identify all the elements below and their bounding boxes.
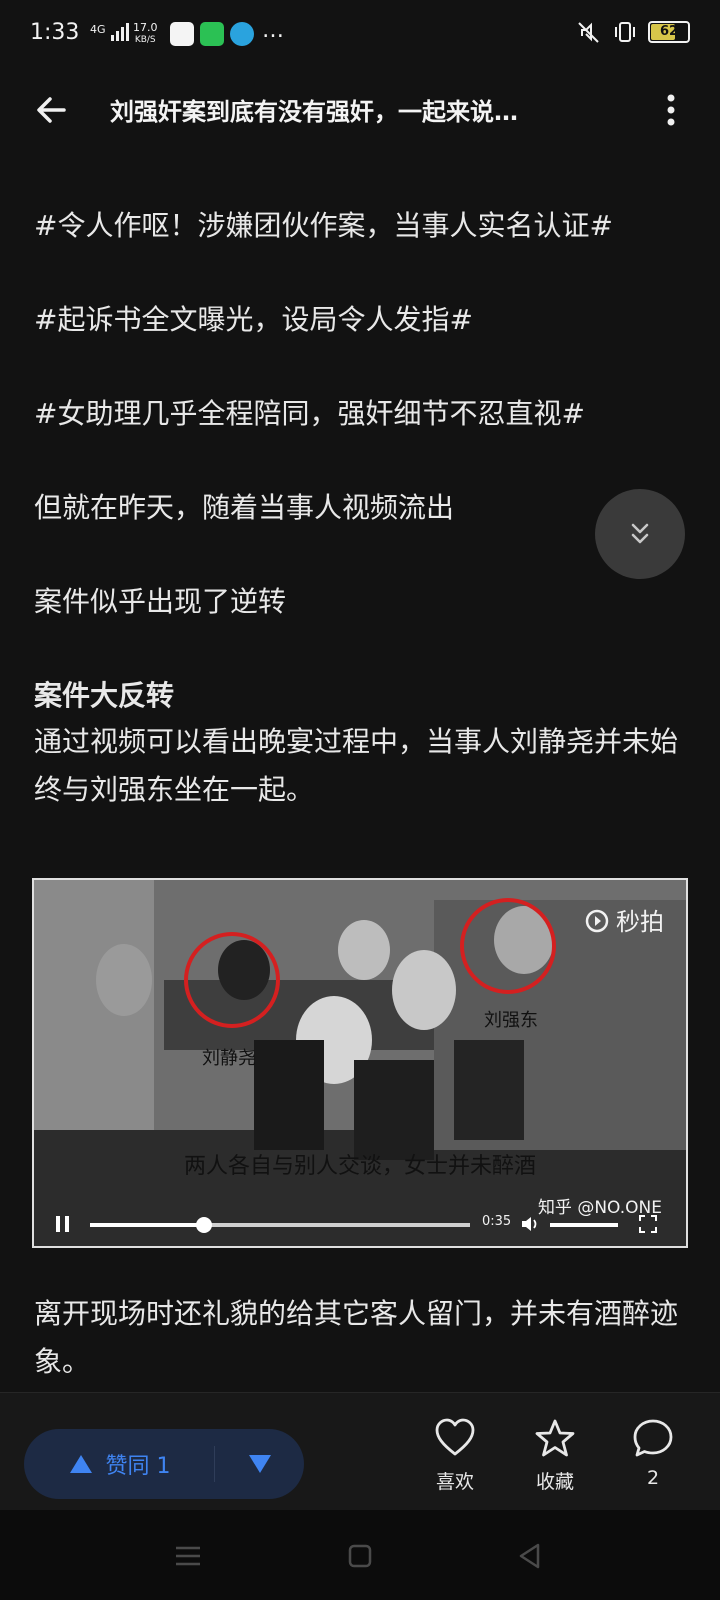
highlight-circle-left [184,932,280,1028]
favorite-label: 收藏 [535,1471,574,1493]
upvote-label: 赞同 1 [105,1454,171,1479]
telegram-icon [230,22,254,46]
network-speed: 17.0 KB/S [133,21,158,45]
downvote-button[interactable] [215,1429,304,1499]
vibrate-icon [615,22,635,42]
scroll-down-button[interactable] [595,489,685,579]
home-icon[interactable] [342,1538,378,1574]
more-options-icon[interactable] [656,90,686,130]
bottom-action-bar: 赞同 1 喜欢 收藏 2 [0,1392,720,1511]
progress-knob[interactable] [196,1217,212,1233]
triangle-down-icon [248,1455,271,1473]
person-label-right: 刘强东 [484,1010,538,1031]
volume-slider[interactable] [550,1223,618,1227]
heart-icon [435,1418,475,1456]
triangle-up-icon [69,1455,92,1473]
double-chevron-down-icon [631,523,649,544]
network-type: 4G [90,23,106,36]
person-label-left: 刘静尧 [202,1048,256,1069]
hashtag-paragraph: #女助理几乎全程陪同，强奸细节不忍直视# [34,397,585,430]
comment-count: 2 [646,1467,660,1489]
signal-icon [111,23,129,41]
video-subtitle: 两人各自与别人交谈，女士并未醉酒 [183,1154,536,1179]
status-bar: 1:33 4G 17.0 KB/S … 62 [0,0,720,70]
star-icon [535,1419,575,1457]
article-paragraph: 但就在昨天，随着当事人视频流出 [34,491,455,524]
like-button[interactable]: 喜欢 [410,1415,500,1494]
recent-apps-icon[interactable] [170,1538,206,1574]
pause-icon[interactable] [54,1214,72,1234]
video-player[interactable]: 刘静尧 刘强东 秒拍 两人各自与别人交谈，女士并未醉酒 知乎 @NO.ONE 0… [32,878,688,1248]
highlight-circle-right [460,898,556,994]
comment-button[interactable]: 2 [608,1415,698,1489]
battery-icon: 62 [648,21,690,43]
mute-vibrate-icon [578,22,599,43]
hashtag-paragraph: #令人作呕！涉嫌团伙作案，当事人实名认证# [34,209,613,242]
status-time: 1:33 [30,20,80,45]
comment-bubble-icon [633,1419,673,1457]
article-paragraph: 离开现场时还礼貌的给其它客人留门，并未有酒醉迹象。 [34,1297,679,1378]
page-title: 刘强奸案到底有没有强奸，一起来说… [110,98,518,126]
line-icon [200,22,224,46]
video-current-time: 0:35 [482,1214,512,1229]
fullscreen-icon[interactable] [638,1214,658,1234]
section-heading: 案件大反转 [34,679,175,712]
volume-icon[interactable] [520,1214,540,1234]
hashtag-paragraph: #起诉书全文曝光，设局令人发指# [34,303,473,336]
video-brand: 秒拍 [584,902,664,937]
favorite-button[interactable]: 收藏 [510,1415,600,1494]
system-nav-bar [0,1510,720,1600]
like-label: 喜欢 [435,1471,474,1493]
back-arrow-icon[interactable] [30,88,74,132]
article-paragraph: 通过视频可以看出晚宴过程中，当事人刘静尧并未始终与刘强东坐在一起。 [34,725,679,806]
back-triangle-icon[interactable] [512,1538,548,1574]
miaopai-logo-icon [585,909,609,932]
app-notification-icon [170,22,194,46]
upvote-button[interactable]: 赞同 1 [24,1429,214,1499]
video-progress-bar[interactable] [90,1217,470,1233]
more-notifications-icon: … [262,18,284,43]
video-controls: 0:35 [34,1200,686,1246]
vote-pill: 赞同 1 [24,1429,304,1499]
app-header: 刘强奸案到底有没有强奸，一起来说… [0,70,720,146]
article-paragraph: 案件似乎出现了逆转 [34,585,287,618]
